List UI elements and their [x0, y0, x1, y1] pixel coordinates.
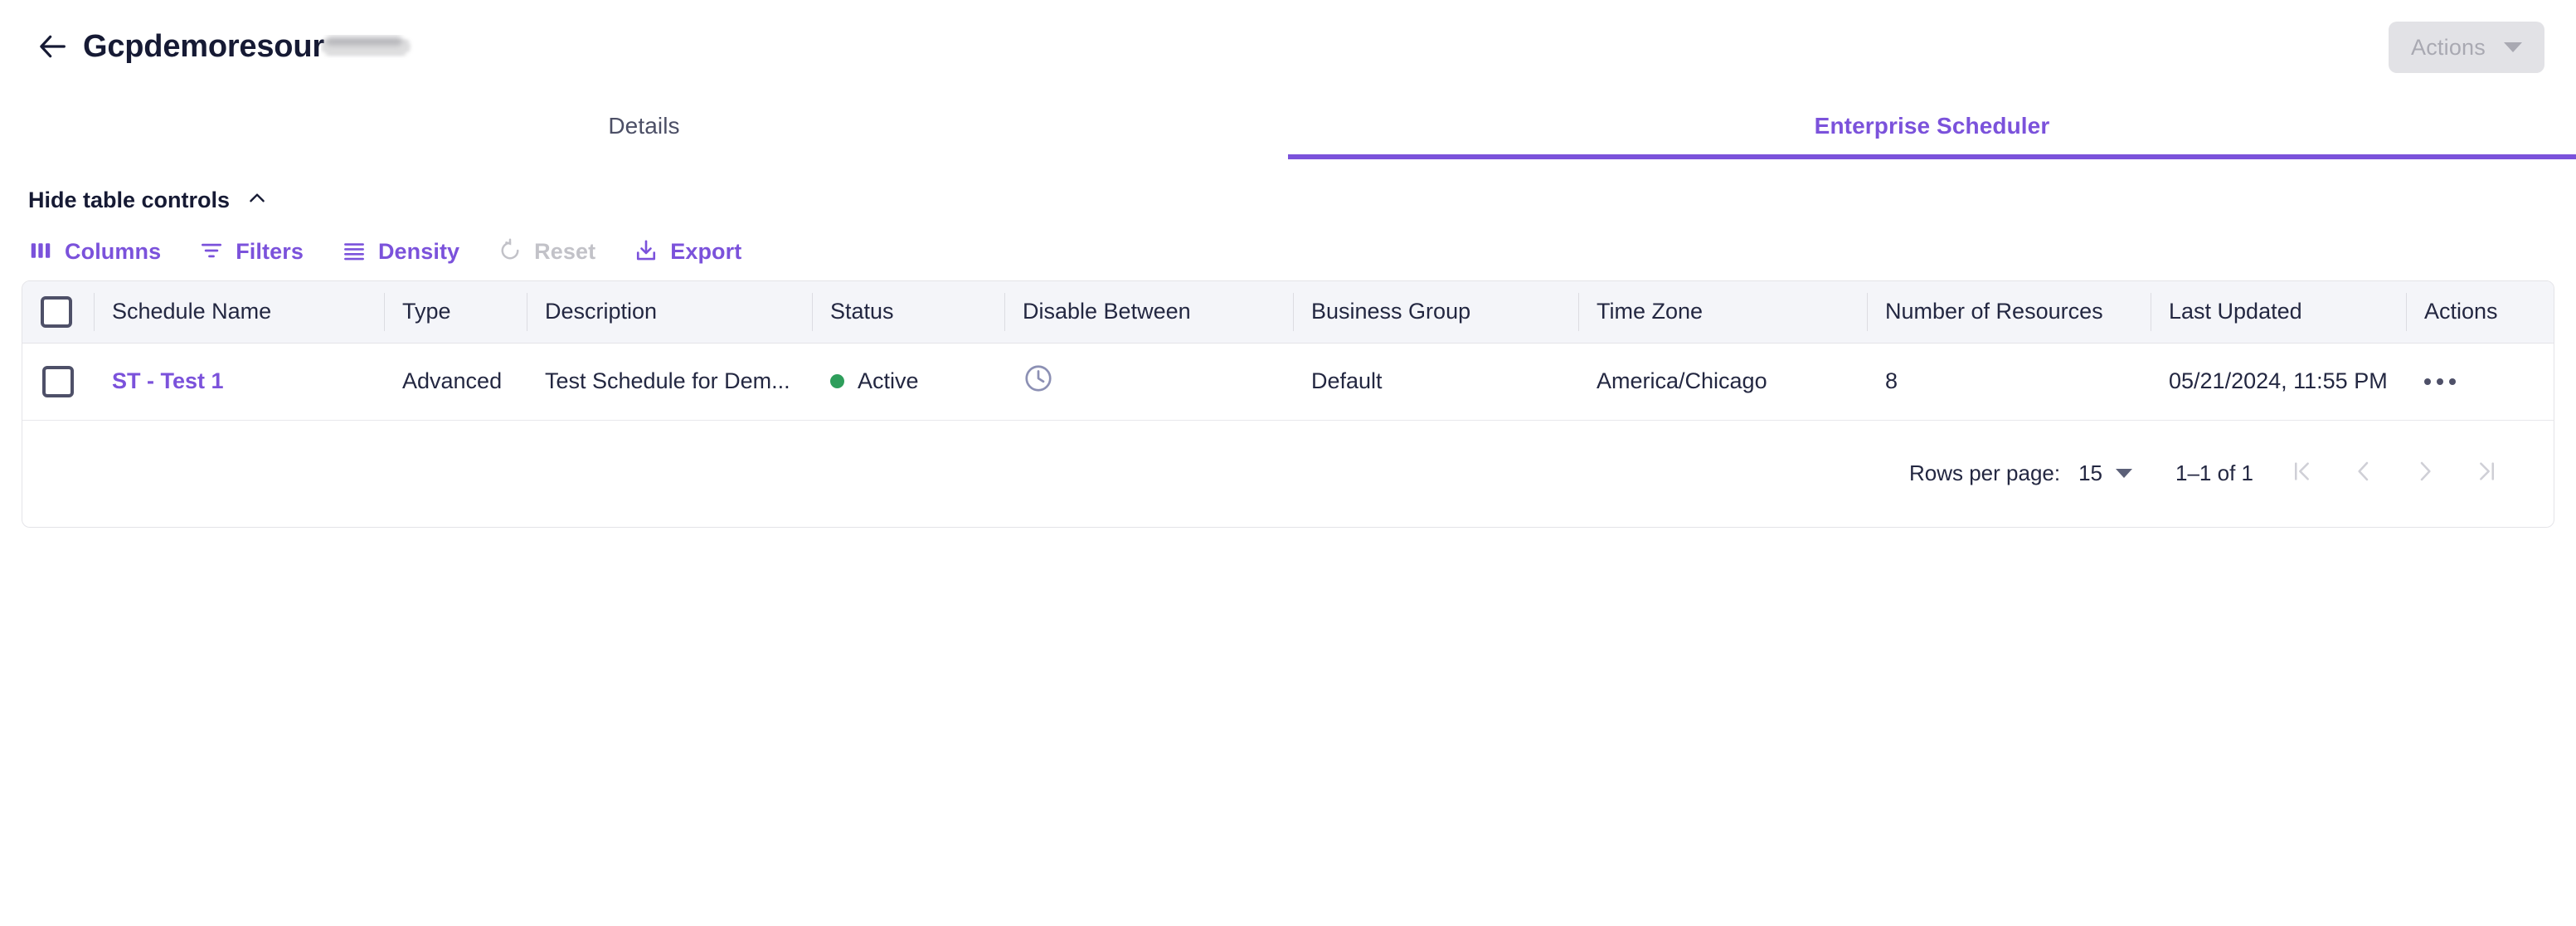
columns-button[interactable]: Columns	[28, 238, 161, 266]
reset-button-label: Reset	[534, 239, 596, 264]
last-page-icon	[2473, 458, 2500, 489]
select-all-checkbox[interactable]	[41, 295, 72, 328]
column-header-last-updated[interactable]: Last Updated	[2151, 281, 2406, 344]
previous-page-button[interactable]	[2333, 443, 2394, 504]
columns-icon	[28, 238, 53, 266]
cell-last-updated: 05/21/2024, 11:55 PM	[2151, 343, 2406, 421]
cell-description: Test Schedule for Dem...	[527, 343, 812, 421]
chevron-right-icon	[2412, 458, 2438, 489]
tab-bar: Details Enterprise Scheduler	[0, 93, 2576, 159]
column-header-status[interactable]: Status	[812, 281, 1004, 344]
chevron-up-icon	[246, 188, 268, 213]
first-page-button[interactable]	[2272, 443, 2333, 504]
column-header-actions: Actions	[2406, 281, 2554, 344]
table-header-row: Schedule Name Type Description Status Di…	[22, 281, 2554, 344]
density-button-label: Density	[377, 239, 460, 264]
tab-details[interactable]: Details	[0, 93, 1288, 159]
reset-button[interactable]: Reset	[498, 238, 595, 266]
table-pagination: Rows per page: 15 1–1 of 1	[22, 421, 2554, 527]
arrow-left-icon	[36, 30, 70, 63]
schedules-table-card: Schedule Name Type Description Status Di…	[22, 280, 2554, 528]
download-icon	[634, 238, 659, 266]
columns-button-label: Columns	[65, 239, 162, 264]
table-row[interactable]: ST - Test 1 Advanced Test Schedule for D…	[22, 343, 2554, 421]
cell-number-of-resources: 8	[1867, 343, 2151, 421]
first-page-icon	[2289, 458, 2316, 489]
filters-button[interactable]: Filters	[199, 238, 304, 266]
app-header: Gcpdemoresour Actions	[0, 0, 2576, 93]
actions-button[interactable]: Actions	[2389, 22, 2544, 73]
density-button[interactable]: Density	[342, 238, 459, 266]
row-select-checkbox[interactable]	[42, 365, 74, 397]
clock-icon[interactable]	[1023, 365, 1054, 399]
active-tab-underline	[1288, 154, 2576, 159]
cell-time-zone: America/Chicago	[1578, 343, 1867, 421]
export-button[interactable]: Export	[634, 238, 741, 266]
tab-enterprise-scheduler-label: Enterprise Scheduler	[1814, 113, 2050, 139]
actions-button-label: Actions	[2411, 34, 2486, 60]
filters-button-label: Filters	[236, 239, 304, 264]
filter-icon	[199, 238, 224, 266]
row-select-cell	[22, 343, 94, 421]
column-header-number-of-resources[interactable]: Number of Resources	[1867, 281, 2151, 344]
page-title-text: Gcpdemoresour	[83, 28, 324, 64]
column-header-time-zone[interactable]: Time Zone	[1578, 281, 1867, 344]
tab-details-label: Details	[608, 113, 680, 139]
last-page-button[interactable]	[2456, 443, 2517, 504]
tab-enterprise-scheduler[interactable]: Enterprise Scheduler	[1288, 93, 2576, 159]
next-page-button[interactable]	[2394, 443, 2456, 504]
status-label: Active	[858, 368, 919, 393]
redacted-title-suffix	[321, 35, 414, 60]
select-all-header	[22, 281, 94, 344]
cell-status: Active	[812, 343, 1004, 421]
status-badge: Active	[830, 344, 986, 420]
cell-type: Advanced	[384, 343, 527, 421]
table-controls-region: Hide table controls Columns Filters Dens…	[0, 159, 2576, 280]
rows-per-page-value: 15	[2078, 461, 2103, 485]
density-icon	[342, 238, 367, 266]
table-head: Schedule Name Type Description Status Di…	[22, 281, 2554, 344]
cell-actions	[2406, 343, 2554, 421]
cell-schedule-name[interactable]: ST - Test 1	[94, 343, 384, 421]
back-button[interactable]	[30, 23, 76, 70]
table-toolbar: Columns Filters Density Reset Export	[22, 213, 2554, 280]
cell-business-group: Default	[1293, 343, 1578, 421]
more-horizontal-icon[interactable]	[2424, 378, 2456, 385]
reset-icon	[498, 238, 522, 266]
page-title: Gcpdemoresour	[83, 29, 414, 65]
cell-disable-between	[1004, 343, 1293, 421]
column-header-schedule-name[interactable]: Schedule Name	[94, 281, 384, 344]
column-header-type[interactable]: Type	[384, 281, 527, 344]
status-dot-icon	[830, 374, 844, 388]
export-button-label: Export	[670, 239, 742, 264]
table-body: ST - Test 1 Advanced Test Schedule for D…	[22, 343, 2554, 421]
rows-per-page-select[interactable]: 15	[2078, 461, 2133, 486]
rows-per-page-label: Rows per page:	[1908, 461, 2061, 485]
schedules-table: Schedule Name Type Description Status Di…	[22, 281, 2554, 421]
column-header-business-group[interactable]: Business Group	[1293, 281, 1578, 344]
pagination-range-label: 1–1 of 1	[2175, 461, 2253, 485]
column-header-description[interactable]: Description	[527, 281, 812, 344]
chevron-down-icon	[2503, 42, 2522, 52]
hide-table-controls-toggle[interactable]: Hide table controls	[22, 159, 275, 213]
chevron-left-icon	[2350, 458, 2377, 489]
hide-table-controls-label: Hide table controls	[28, 188, 231, 212]
chevron-down-icon	[2116, 469, 2133, 478]
column-header-disable-between[interactable]: Disable Between	[1004, 281, 1293, 344]
